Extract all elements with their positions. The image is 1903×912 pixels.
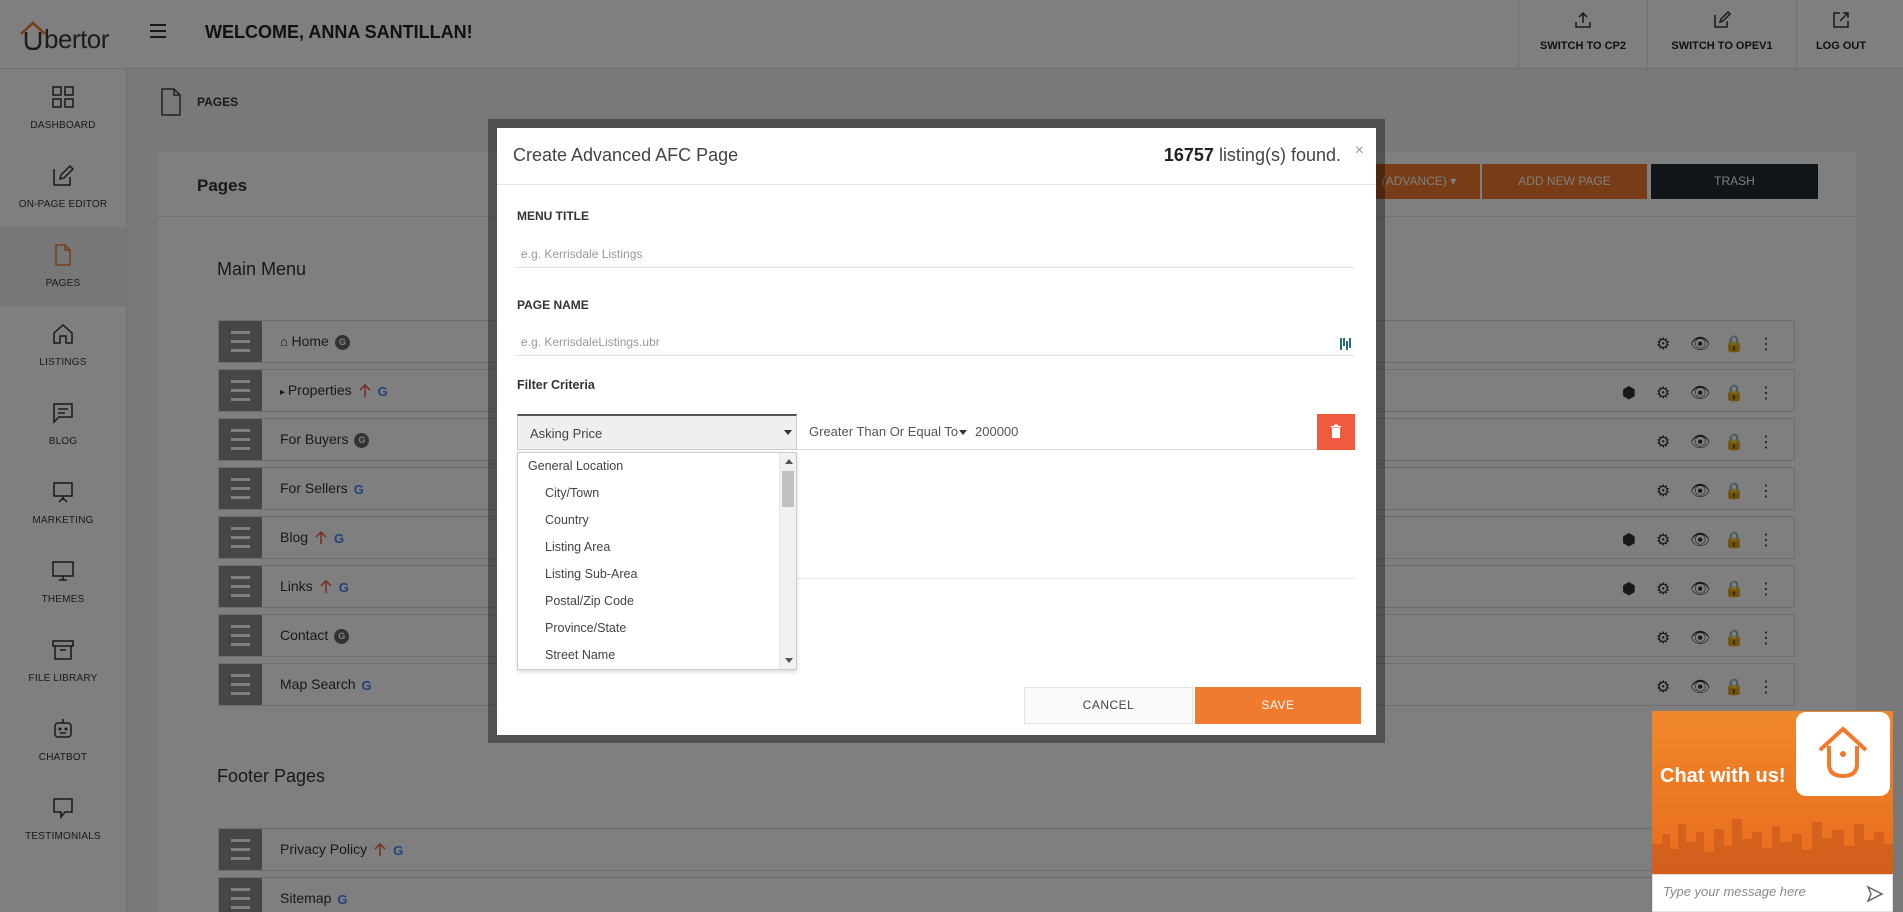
modal-title: Create Advanced AFC Page xyxy=(513,145,739,165)
dropdown-option[interactable]: Listing Area xyxy=(518,534,796,561)
modal-header: Create Advanced AFC Page 16757 listing(s… xyxy=(497,128,1376,185)
chat-title: Chat with us! xyxy=(1660,765,1786,787)
chat-widget[interactable]: Chat with us! Type your message here xyxy=(1652,711,1893,912)
filter-field-select[interactable]: Asking Price xyxy=(517,414,797,450)
scrollbar-thumb[interactable] xyxy=(782,471,794,507)
dropdown-option[interactable]: Country xyxy=(518,507,796,534)
menu-title-input[interactable] xyxy=(517,240,1354,268)
filter-operator-select[interactable]: Greater Than Or Equal To xyxy=(809,424,968,439)
dropdown-group-label: General Location xyxy=(528,459,624,473)
create-afc-page-modal: Create Advanced AFC Page 16757 listing(s… xyxy=(497,128,1376,735)
dropdown-option[interactable]: Postal/Zip Code xyxy=(518,588,796,615)
dropdown-option[interactable]: City/Town xyxy=(518,480,796,507)
listings-found: 16757 listing(s) found. xyxy=(1163,145,1341,165)
city-skyline-icon xyxy=(1652,819,1893,874)
filter-value-input[interactable]: 200000 xyxy=(975,424,1018,439)
chat-input-row: Type your message here xyxy=(1652,874,1893,912)
send-icon[interactable] xyxy=(1866,885,1884,903)
filter-divider xyxy=(797,449,1317,450)
dropdown-option[interactable]: Street Name xyxy=(518,642,796,669)
chat-logo-bubble xyxy=(1796,712,1890,796)
delete-filter-button[interactable] xyxy=(1317,414,1355,450)
barcode-icon[interactable] xyxy=(1339,336,1353,352)
filter-field-dropdown: General Location City/Town Country Listi… xyxy=(517,452,797,670)
save-button[interactable]: SAVE xyxy=(1195,687,1361,724)
scroll-up-icon[interactable] xyxy=(785,459,793,464)
dropdown-scrollbar[interactable] xyxy=(779,453,796,669)
chevron-down-icon xyxy=(784,430,792,435)
chat-message-input[interactable]: Type your message here xyxy=(1663,884,1806,899)
dropdown-option[interactable]: Listing Sub-Area xyxy=(518,561,796,588)
listings-count: 16757 xyxy=(1163,145,1214,165)
page-name-input[interactable] xyxy=(517,328,1354,356)
ubertor-house-icon xyxy=(1818,726,1868,779)
close-icon[interactable]: × xyxy=(1355,142,1364,160)
menu-title-label: MENU TITLE xyxy=(517,209,589,223)
scroll-down-icon[interactable] xyxy=(785,658,793,663)
trash-icon xyxy=(1331,424,1341,438)
dropdown-option[interactable]: Province/State xyxy=(518,615,796,642)
cancel-button[interactable]: CANCEL xyxy=(1024,687,1193,724)
chevron-down-icon xyxy=(959,430,968,436)
page-name-label: PAGE NAME xyxy=(517,298,589,312)
chat-banner[interactable]: Chat with us! xyxy=(1652,711,1893,874)
filter-criteria-label: Filter Criteria xyxy=(517,378,595,392)
